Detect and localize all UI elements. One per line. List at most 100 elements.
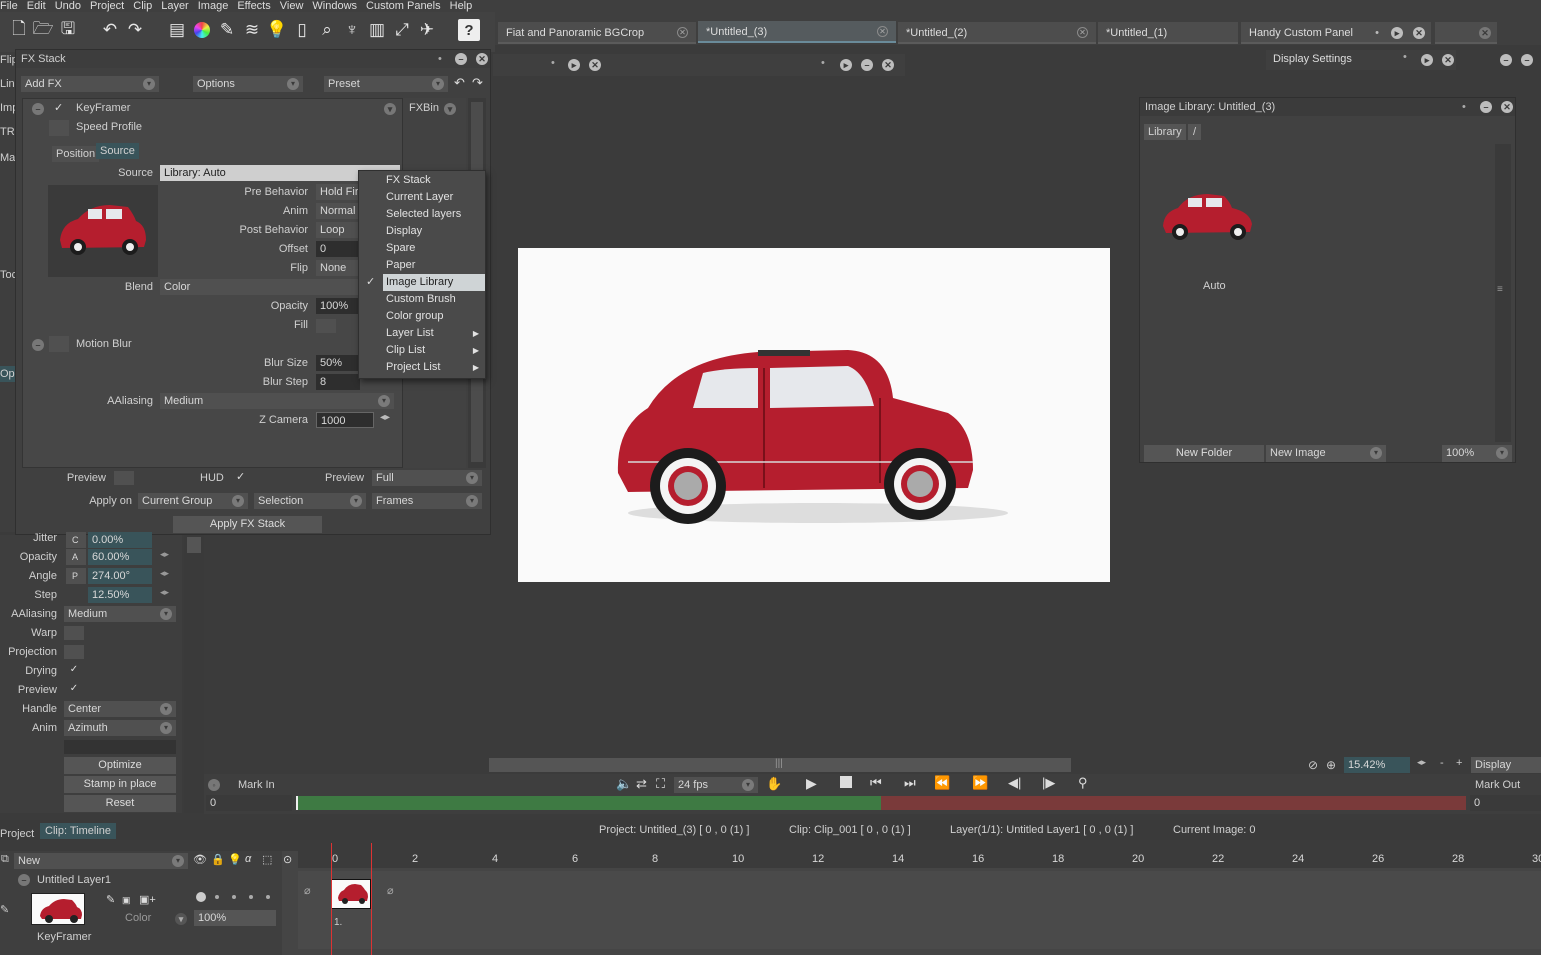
layer-thumbnail[interactable] xyxy=(31,893,85,925)
library-icon[interactable]: ▥ xyxy=(366,19,388,41)
display-settings-header[interactable]: Display Settings • ▸ ✕ xyxy=(1266,50,1456,70)
tab-fiat-panoramic[interactable]: Fiat and Panoramic BGCrop ✕ xyxy=(498,22,696,44)
paper-plane-icon[interactable]: ✈ xyxy=(416,19,438,41)
brush-anim-dropdown[interactable]: Azimuth ▾ xyxy=(64,720,176,736)
hand-scrub-icon[interactable]: ✋ xyxy=(766,776,782,792)
playhead-line[interactable] xyxy=(331,843,332,955)
context-menu-item[interactable]: Selected layers xyxy=(359,206,485,223)
apply-on-dropdown[interactable]: Current Group ▾ xyxy=(138,493,248,509)
panel-menu-icon[interactable]: • xyxy=(1462,98,1466,116)
paint-icon[interactable]: ✎ xyxy=(0,903,9,916)
tab-clip-timeline[interactable]: Clip: Timeline xyxy=(40,823,117,839)
loop-icon[interactable]: ⇄ xyxy=(636,776,647,792)
apply-fx-stack-button[interactable]: Apply FX Stack xyxy=(173,516,322,533)
new-folder-button[interactable]: New Folder xyxy=(1144,445,1264,462)
library-item-thumbnail[interactable] xyxy=(1158,188,1258,243)
collapse-icon[interactable]: – xyxy=(18,874,30,886)
scrub-arrows-icon[interactable]: ◂▸ xyxy=(380,412,390,423)
menu-layer[interactable]: Layer xyxy=(152,0,189,12)
brush-panel-scrollbar[interactable] xyxy=(184,535,204,813)
ruler-icon[interactable]: ▯ xyxy=(291,19,313,41)
scrub-arrows-icon[interactable]: ◂▸ xyxy=(1417,757,1426,768)
context-menu-item[interactable]: Image Library ✓ xyxy=(366,274,485,291)
check-icon[interactable]: ✓ xyxy=(54,101,63,114)
warp-checkbox[interactable] xyxy=(64,626,84,640)
options-dropdown[interactable]: Options ▾ xyxy=(193,76,303,92)
tab-untitled-3[interactable]: *Untitled_(3) ✕ xyxy=(698,21,896,43)
opacity-mode[interactable]: A xyxy=(66,549,86,565)
help-icon[interactable]: ? xyxy=(458,19,480,41)
close-icon[interactable]: ✕ xyxy=(589,59,601,71)
library-breadcrumb[interactable]: Library xyxy=(1144,124,1186,140)
layer-opacity-field[interactable]: 100% xyxy=(194,910,276,926)
close-icon[interactable]: ✕ xyxy=(1442,54,1454,66)
horizontal-scrollbar[interactable]: ||| xyxy=(489,758,1071,772)
empty-cell-icon[interactable]: ⌀ xyxy=(304,884,311,897)
light-bulb-icon[interactable]: 💡 xyxy=(228,853,242,866)
context-menu-item[interactable]: Project List ▶ xyxy=(359,359,485,376)
frame-end-field[interactable]: 0 xyxy=(1470,795,1541,811)
preview-mode-dropdown[interactable]: Full ▾ xyxy=(372,470,482,486)
drying-checkbox[interactable]: ✓ xyxy=(64,664,84,678)
library-scrollbar[interactable]: ≡ xyxy=(1495,144,1511,442)
display-dropdown[interactable]: Display xyxy=(1471,757,1541,773)
add-fx-dropdown[interactable]: Add FX ▾ xyxy=(21,76,159,92)
view-zoom-field[interactable]: 15.42% xyxy=(1344,757,1410,773)
fxbin-label[interactable]: FXBin xyxy=(409,100,439,116)
step-forward-icon[interactable]: |▶ xyxy=(1042,775,1055,791)
left-panel-tab[interactable]: TR xyxy=(0,124,15,140)
jitter-mode[interactable]: C xyxy=(66,532,86,548)
menu-clip[interactable]: Clip xyxy=(124,0,152,12)
stop-icon[interactable] xyxy=(840,776,852,788)
play-icon[interactable]: ▸ xyxy=(1391,27,1403,39)
rewind-icon[interactable]: ⏪ xyxy=(934,775,950,791)
context-menu-item[interactable]: Layer List ▶ xyxy=(359,325,485,342)
rotate-view-icon[interactable]: ⊘ xyxy=(1308,758,1318,772)
context-menu-item[interactable]: Spare xyxy=(359,240,485,257)
fast-forward-icon[interactable]: ⏩ xyxy=(972,775,988,791)
panel-menu-icon[interactable]: • xyxy=(1403,51,1407,63)
save-icon[interactable]: 🖫 xyxy=(57,19,79,41)
curve-tool-icon[interactable]: ⤢ xyxy=(391,19,413,41)
root-breadcrumb[interactable]: / xyxy=(1188,124,1202,140)
menu-edit[interactable]: Edit xyxy=(18,0,46,12)
play-icon[interactable]: ▸ xyxy=(1421,54,1433,66)
menu-view[interactable]: View xyxy=(271,0,304,12)
context-menu-item[interactable]: Clip List ▶ xyxy=(359,342,485,359)
menu-effects[interactable]: Effects xyxy=(228,0,270,12)
undo-icon[interactable]: ↶ xyxy=(99,19,121,41)
panel-menu-icon[interactable]: • xyxy=(1375,22,1379,44)
frame-slider[interactable] xyxy=(296,796,1466,810)
minimize-icon[interactable]: – xyxy=(1521,54,1533,66)
chevron-down-icon[interactable]: ▾ xyxy=(384,103,396,115)
context-menu-item[interactable]: Color group xyxy=(359,308,485,325)
opacity-field[interactable]: 100% xyxy=(316,298,360,314)
selection-icon[interactable]: ⬚ xyxy=(262,853,272,866)
new-layer-dropdown[interactable]: New ▾ xyxy=(14,853,188,869)
flip-field[interactable]: None xyxy=(316,260,360,276)
angle-mode[interactable]: P xyxy=(66,568,86,584)
menu-help[interactable]: Help xyxy=(441,0,473,12)
blur-size-field[interactable]: 50% xyxy=(316,355,360,371)
scrub-arrows-icon[interactable]: ◂▸ xyxy=(160,587,169,598)
panel-menu-icon[interactable]: • xyxy=(551,57,555,69)
library-zoom-dropdown[interactable]: 100% ▾ xyxy=(1442,445,1512,462)
close-icon[interactable]: ✕ xyxy=(476,53,488,65)
redo-icon[interactable]: ↷ xyxy=(124,19,146,41)
dot-indicator[interactable] xyxy=(232,895,236,899)
close-icon[interactable]: ✕ xyxy=(1501,101,1513,113)
redo-icon[interactable]: ↷ xyxy=(472,75,483,91)
clip-mode-icon[interactable]: ▣ xyxy=(122,895,131,906)
open-folder-icon[interactable]: 🗁 xyxy=(32,19,54,41)
close-icon[interactable]: ✕ xyxy=(877,26,888,37)
jitter-field[interactable]: 0.00% xyxy=(88,532,152,548)
brush-aaliasing-dropdown[interactable]: Medium ▾ xyxy=(64,606,176,622)
timeline-track[interactable] xyxy=(298,871,1541,949)
tab-source[interactable]: Source xyxy=(96,143,139,159)
menu-image[interactable]: Image xyxy=(189,0,229,12)
menu-undo[interactable]: Undo xyxy=(46,0,81,12)
context-menu-item[interactable]: FX Stack xyxy=(359,172,485,189)
empty-cell-icon[interactable]: ⌀ xyxy=(387,884,394,897)
brush-stand-icon[interactable]: ♆ xyxy=(341,19,363,41)
layers-icon[interactable]: ⧉ xyxy=(1,853,9,866)
